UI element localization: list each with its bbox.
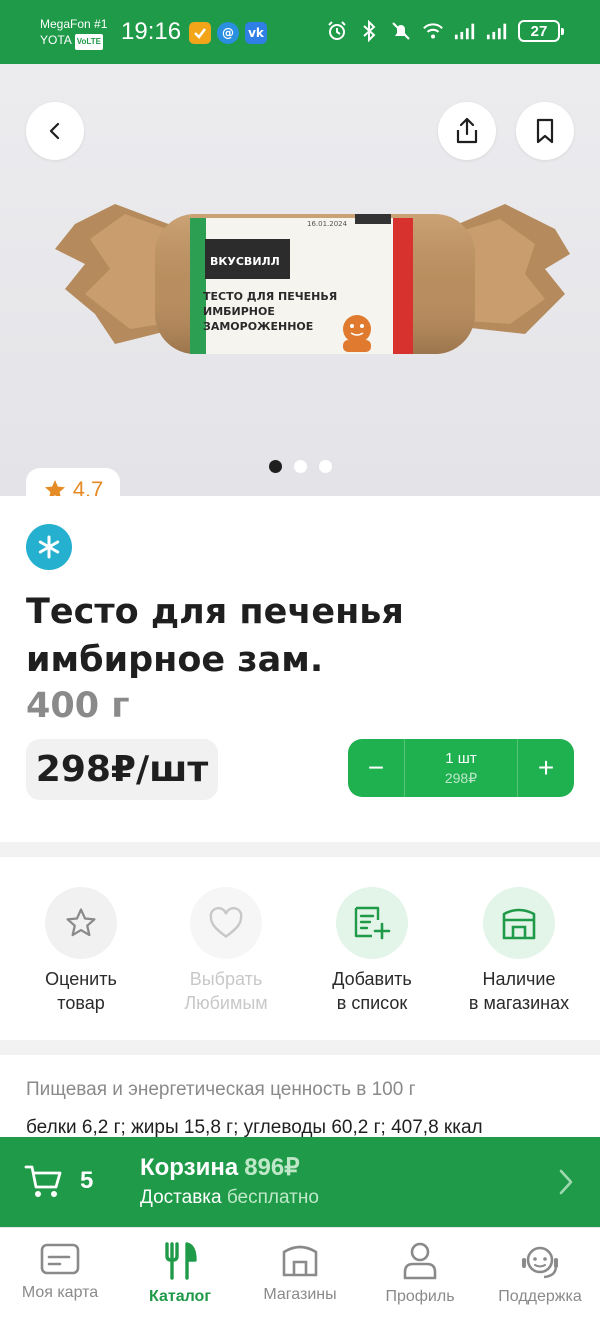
quantity-display: 1 шт 298₽ xyxy=(404,739,518,797)
product-actions: Оценить товар Выбрать Любимым Добавить в сп… xyxy=(0,857,600,1040)
frozen-badge[interactable] xyxy=(26,524,72,570)
nutrition-heading: Пищевая и энергетическая ценность в 100 … xyxy=(26,1079,416,1100)
bookmark-button[interactable] xyxy=(516,102,574,160)
package-date: 16.01.2024 xyxy=(307,220,348,228)
nav-catalog[interactable]: Каталог xyxy=(120,1228,240,1318)
chevron-right-icon xyxy=(559,1169,573,1195)
delivery-label: Доставка xyxy=(140,1187,222,1208)
carousel-dot[interactable] xyxy=(318,460,332,473)
product-photo: ВКУСВИЛЛ 16.01.2024 ТЕСТО ДЛЯ ПЕЧЕНЬЯ ИМ… xyxy=(55,204,570,354)
quantity-value: 1 шт xyxy=(445,749,477,767)
status-bar: MegaFon #1 YOTA VoLTE 19:16 @ vk 27 xyxy=(0,0,600,64)
nav-my-card[interactable]: Моя карта xyxy=(0,1228,120,1318)
action-label-line2: Любимым xyxy=(184,993,268,1013)
cart-item-count: 5 xyxy=(80,1167,94,1194)
nav-label: Поддержка xyxy=(498,1288,582,1305)
cart-title: Корзина xyxy=(140,1154,239,1181)
action-label-line1: Наличие xyxy=(482,969,556,989)
alarm-icon xyxy=(326,20,348,42)
product-price: 298₽/шт xyxy=(26,739,218,800)
person-icon xyxy=(403,1242,437,1280)
battery-indicator: 27 xyxy=(518,20,564,42)
share-button[interactable] xyxy=(438,102,496,160)
nav-label: Магазины xyxy=(263,1286,337,1303)
store-icon xyxy=(502,908,536,940)
product-weight: 400 г xyxy=(26,686,130,726)
nav-label: Моя карта xyxy=(21,1284,99,1301)
share-icon xyxy=(456,117,478,144)
product-title: Тесто для печенья имбирное зам. xyxy=(26,592,404,680)
action-label-line2: товар xyxy=(57,993,105,1013)
signal-1-icon xyxy=(454,20,476,42)
product-info-card: Тесто для печенья имбирное зам. 400 г 29… xyxy=(0,496,600,842)
action-label-line1: Добавить xyxy=(332,969,412,989)
bottom-navigation: Моя карта Каталог Магазины Профиль Подде… xyxy=(0,1227,600,1318)
bookmark-icon xyxy=(536,118,554,144)
mail-notification-icon: @ xyxy=(217,22,239,44)
fork-knife-icon xyxy=(165,1242,197,1280)
headset-icon xyxy=(522,1246,558,1279)
notification-app-icon xyxy=(189,22,211,44)
nutrition-values: белки 6,2 г; жиры 15,8 г; углеводы 60,2 … xyxy=(26,1117,483,1138)
package-name-2: ИМБИРНОЕ xyxy=(203,305,275,318)
card-icon xyxy=(40,1243,80,1275)
action-label-line1: Оценить xyxy=(45,969,117,989)
carrier-2: YOTA xyxy=(40,33,72,47)
quantity-subtotal: 298₽ xyxy=(444,769,478,786)
volte-badge: VoLTE xyxy=(74,34,103,50)
bluetooth-icon xyxy=(358,20,380,42)
snowflake-icon xyxy=(38,535,60,559)
signal-2-icon xyxy=(486,20,508,42)
cart-total: 896₽ xyxy=(244,1154,300,1181)
quantity-stepper: − 1 шт 298₽ + xyxy=(348,739,574,797)
wifi-icon xyxy=(422,20,444,42)
nav-label: Каталог xyxy=(149,1288,211,1305)
carrier-info: MegaFon #1 YOTA VoLTE xyxy=(40,16,107,50)
store-icon xyxy=(282,1245,318,1277)
nav-label: Профиль xyxy=(385,1288,455,1305)
package-brand: ВКУСВИЛЛ xyxy=(210,255,280,268)
package-name-1: ТЕСТО ДЛЯ ПЕЧЕНЬЯ xyxy=(203,290,337,303)
package-name-3: ЗАМОРОЖЕННОЕ xyxy=(203,320,313,333)
carousel-dot[interactable] xyxy=(293,460,307,473)
back-button[interactable] xyxy=(26,102,84,160)
carrier-1: MegaFon #1 xyxy=(40,17,108,31)
action-label-line1: Выбрать xyxy=(189,969,263,989)
product-image-carousel[interactable]: ВКУСВИЛЛ 16.01.2024 ТЕСТО ДЛЯ ПЕЧЕНЬЯ ИМ… xyxy=(0,64,600,496)
rate-product-action[interactable]: Оценить товар xyxy=(6,887,156,1015)
cart-bar[interactable]: 5 Корзина 896₽ Доставка бесплатно xyxy=(0,1137,600,1227)
heart-outline-icon xyxy=(209,906,243,938)
nutrition-section: Пищевая и энергетическая ценность в 100 … xyxy=(0,1055,600,1145)
vk-notification-icon: vk xyxy=(245,22,267,44)
mute-icon xyxy=(390,20,412,42)
increase-quantity-button[interactable]: + xyxy=(518,739,574,797)
store-availability-action[interactable]: Наличие в магазинах xyxy=(444,887,594,1015)
decrease-quantity-button[interactable]: − xyxy=(348,739,404,797)
nav-support[interactable]: Поддержка xyxy=(480,1228,600,1318)
nav-profile[interactable]: Профиль xyxy=(360,1228,480,1318)
clock: 19:16 xyxy=(121,18,182,45)
add-to-list-icon xyxy=(354,906,391,940)
cart-icon xyxy=(24,1165,62,1197)
favorite-product-action[interactable]: Выбрать Любимым xyxy=(151,887,301,1015)
star-outline-icon xyxy=(66,908,96,937)
delivery-value: бесплатно xyxy=(226,1187,319,1208)
add-to-list-action[interactable]: Добавить в список xyxy=(297,887,447,1015)
nav-stores[interactable]: Магазины xyxy=(240,1228,360,1318)
chevron-left-icon xyxy=(49,122,60,140)
carousel-dot[interactable] xyxy=(268,460,282,473)
action-label-line2: в магазинах xyxy=(468,993,570,1013)
action-label-line2: в список xyxy=(336,993,408,1013)
